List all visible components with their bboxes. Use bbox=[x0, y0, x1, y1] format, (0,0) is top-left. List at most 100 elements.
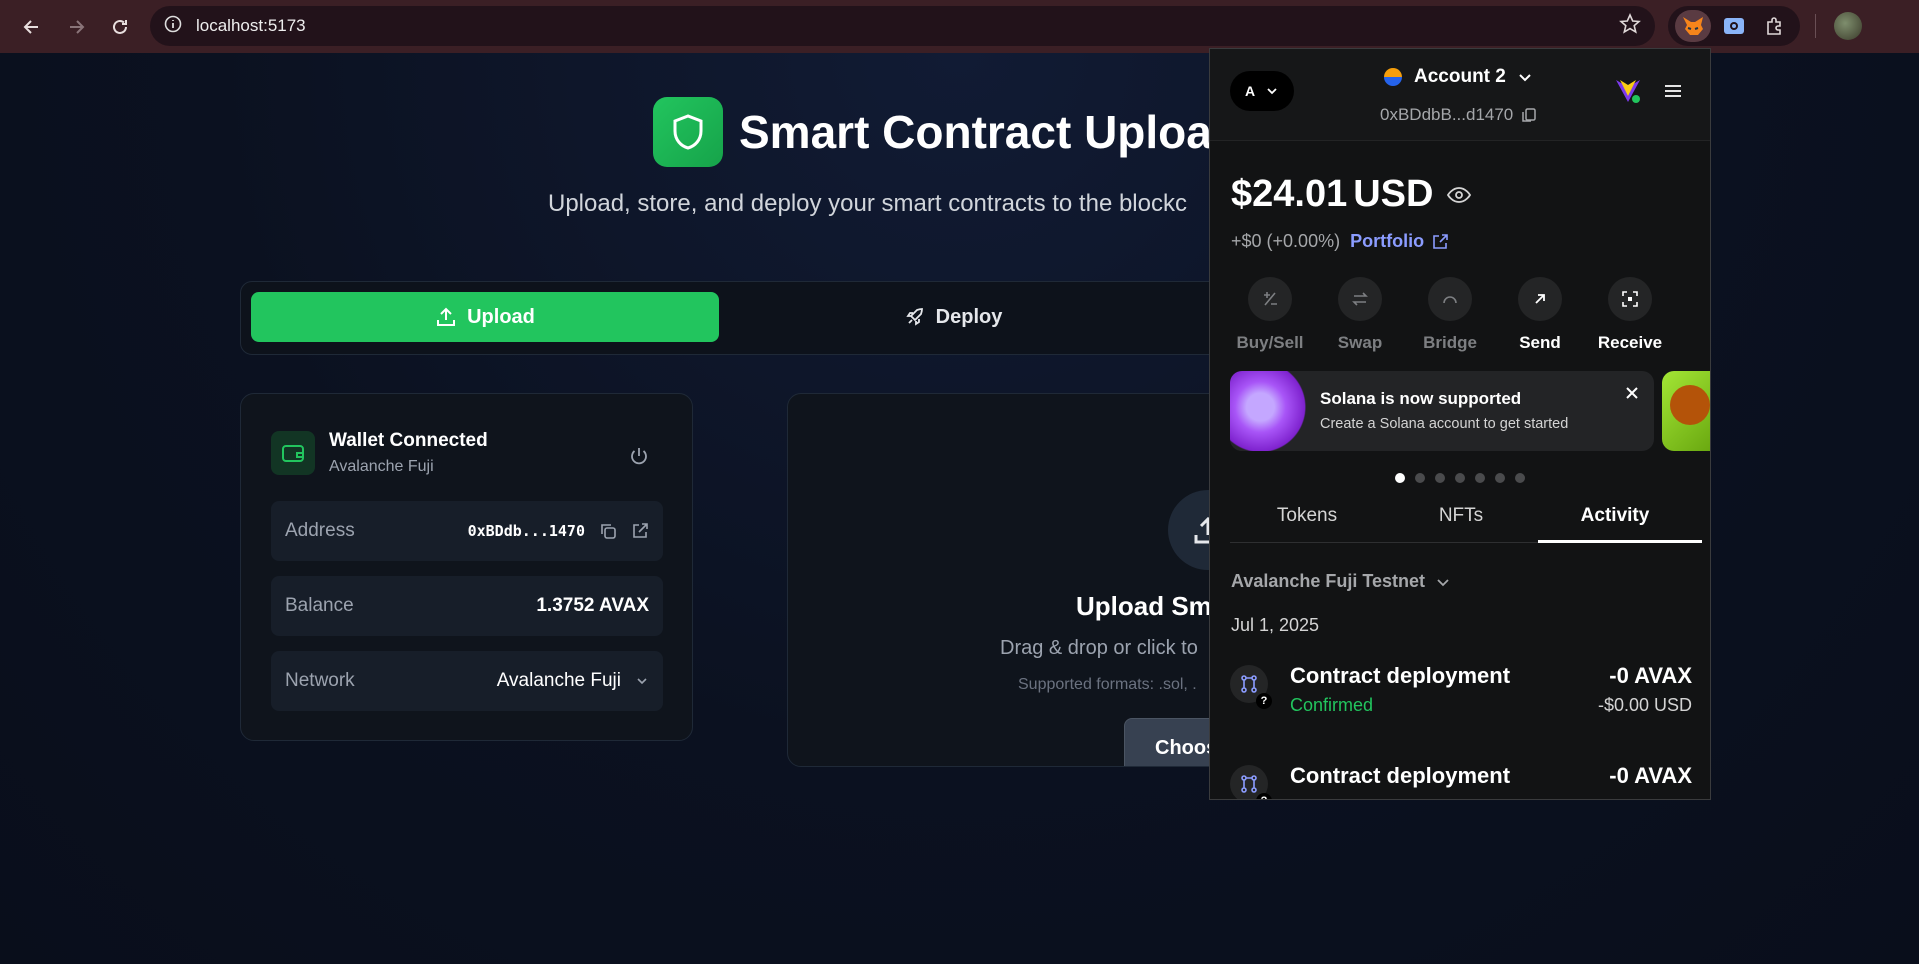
buy-sell-button[interactable]: Buy/Sell bbox=[1225, 277, 1315, 353]
forward-icon[interactable] bbox=[58, 9, 94, 45]
page-subtitle: Upload, store, and deploy your smart con… bbox=[548, 190, 1187, 217]
network-label: Network bbox=[285, 670, 355, 691]
bookmark-star-icon[interactable] bbox=[1619, 12, 1641, 40]
balance-currency: USD bbox=[1353, 173, 1434, 215]
balance-label: Balance bbox=[285, 595, 354, 616]
account-avatar bbox=[1384, 68, 1402, 86]
external-link-icon[interactable] bbox=[631, 522, 649, 540]
portfolio-link[interactable]: Portfolio bbox=[1350, 231, 1448, 252]
copy-icon[interactable] bbox=[599, 522, 617, 540]
upload-icon bbox=[437, 307, 456, 326]
site-info-icon[interactable] bbox=[164, 15, 182, 38]
balance-change: +$0 (+0.00%) Portfolio bbox=[1231, 231, 1448, 252]
carousel-dots bbox=[1395, 473, 1535, 483]
eye-icon[interactable] bbox=[1447, 186, 1472, 204]
chevron-down-icon bbox=[635, 674, 649, 688]
wallet-popup-header: A Account 2 0xBDdbB...d1470 bbox=[1210, 49, 1710, 141]
close-icon[interactable] bbox=[1624, 385, 1640, 406]
question-badge-icon: ? bbox=[1256, 793, 1272, 799]
send-button[interactable]: Send bbox=[1495, 277, 1585, 353]
network-select[interactable]: Network Avalanche Fuji bbox=[271, 651, 663, 711]
wallet-extension-fox-icon[interactable] bbox=[1674, 10, 1711, 42]
carousel-dot[interactable] bbox=[1415, 473, 1425, 483]
hero-header: Smart Contract Upload bbox=[653, 97, 1240, 167]
question-badge-icon: ? bbox=[1256, 693, 1272, 709]
tab-deploy[interactable]: Deploy bbox=[719, 292, 1187, 342]
tx-amount: -0 AVAX bbox=[1609, 763, 1692, 788]
address-bar[interactable]: localhost:5173 bbox=[150, 6, 1655, 46]
active-tab-indicator bbox=[1538, 540, 1702, 543]
receive-label: Receive bbox=[1597, 333, 1663, 352]
disconnect-power-icon[interactable] bbox=[629, 446, 649, 471]
swap-icon bbox=[1338, 277, 1382, 321]
copy-icon bbox=[1522, 108, 1537, 122]
balance-change-text: +$0 (+0.00%) bbox=[1231, 231, 1341, 251]
tab-activity[interactable]: Activity bbox=[1538, 505, 1692, 527]
account-address[interactable]: 0xBDdbB...d1470 bbox=[1380, 105, 1537, 125]
url-text[interactable]: localhost:5173 bbox=[196, 16, 306, 36]
carousel-dot[interactable] bbox=[1495, 473, 1505, 483]
address-label: Address bbox=[285, 520, 355, 541]
carousel-dot[interactable] bbox=[1475, 473, 1485, 483]
upload-title: Upload Sma bbox=[1076, 591, 1227, 621]
network-pill-button[interactable]: A bbox=[1230, 71, 1294, 111]
swap-button[interactable]: Swap bbox=[1315, 277, 1405, 353]
buy-sell-label: Buy/Sell bbox=[1236, 333, 1304, 352]
network-filter-label: Avalanche Fuji Testnet bbox=[1231, 571, 1426, 591]
profile-avatar[interactable] bbox=[1834, 12, 1862, 40]
account-address-text: 0xBDdbB...d1470 bbox=[1380, 105, 1514, 124]
balance-value: 1.3752 AVAX bbox=[536, 595, 649, 616]
tab-deploy-label: Deploy bbox=[935, 305, 1003, 328]
mode-tabs: Upload Deploy bbox=[240, 281, 1240, 355]
send-label: Send bbox=[1519, 333, 1561, 352]
tab-upload[interactable]: Upload bbox=[251, 292, 719, 342]
bridge-icon bbox=[1428, 277, 1472, 321]
receive-icon bbox=[1608, 277, 1652, 321]
solana-art-image bbox=[1230, 371, 1306, 451]
network-value: Avalanche Fuji bbox=[496, 670, 621, 691]
tx-status: Confirmed bbox=[1290, 695, 1374, 715]
wallet-tabs: Tokens NFTs Activity bbox=[1230, 495, 1702, 543]
tab-tokens[interactable]: Tokens bbox=[1230, 505, 1384, 527]
carousel-dot[interactable] bbox=[1455, 473, 1465, 483]
carousel-dot[interactable] bbox=[1515, 473, 1525, 483]
external-link-icon bbox=[1433, 233, 1448, 249]
account-selector[interactable]: Account 2 bbox=[1384, 66, 1534, 88]
rocket-icon bbox=[905, 308, 923, 326]
activity-item[interactable]: ? Contract deployment -0 AVAX bbox=[1230, 761, 1692, 799]
tab-nfts[interactable]: NFTs bbox=[1384, 505, 1538, 527]
wallet-status-card: Wallet Connected Avalanche Fuji Address … bbox=[240, 393, 693, 741]
network-filter[interactable]: Avalanche Fuji Testnet bbox=[1231, 571, 1451, 592]
bridge-button[interactable]: Bridge bbox=[1405, 277, 1495, 353]
swap-label: Swap bbox=[1337, 333, 1383, 352]
banner-body: Create a Solana account to get started bbox=[1320, 416, 1569, 432]
reload-icon[interactable] bbox=[102, 9, 138, 45]
banner-title: Solana is now supported bbox=[1320, 389, 1522, 408]
receive-button[interactable]: Receive bbox=[1585, 277, 1675, 353]
solana-banner[interactable]: Solana is now supported Create a Solana … bbox=[1230, 371, 1654, 451]
extensions-puzzle-icon[interactable] bbox=[1757, 10, 1793, 42]
menu-hamburger-icon[interactable] bbox=[1664, 83, 1682, 104]
activity-date: Jul 1, 2025 bbox=[1231, 615, 1320, 635]
banner-art-image bbox=[1670, 385, 1710, 425]
wallet-popup: A Account 2 0xBDdbB...d1470 $24.01 USD +… bbox=[1209, 48, 1711, 800]
extensions-area bbox=[1668, 6, 1800, 46]
tx-name: Contract deployment bbox=[1290, 763, 1511, 788]
next-banner-card[interactable] bbox=[1662, 371, 1710, 451]
tx-amount: -0 AVAX bbox=[1609, 663, 1692, 688]
network-pill-label: A bbox=[1244, 83, 1256, 99]
chevron-down-icon bbox=[1267, 88, 1277, 95]
address-value: 0xBDdb...1470 bbox=[467, 522, 585, 540]
total-balance: $24.01 USD bbox=[1231, 173, 1472, 216]
carousel-dot[interactable] bbox=[1395, 473, 1405, 483]
address-row: Address 0xBDdb...1470 bbox=[271, 501, 663, 561]
wallet-actions: Buy/Sell Swap Bridge Send Receive bbox=[1225, 277, 1697, 352]
connected-site-icon[interactable] bbox=[1614, 77, 1642, 105]
back-icon[interactable] bbox=[14, 9, 50, 45]
toolbar-divider bbox=[1815, 14, 1816, 38]
screen-extension-icon[interactable] bbox=[1716, 10, 1752, 42]
bridge-label: Bridge bbox=[1423, 333, 1477, 352]
activity-item[interactable]: ? Contract deployment Confirmed -0 AVAX … bbox=[1230, 661, 1692, 721]
tab-upload-label: Upload bbox=[467, 305, 535, 328]
carousel-dot[interactable] bbox=[1435, 473, 1445, 483]
